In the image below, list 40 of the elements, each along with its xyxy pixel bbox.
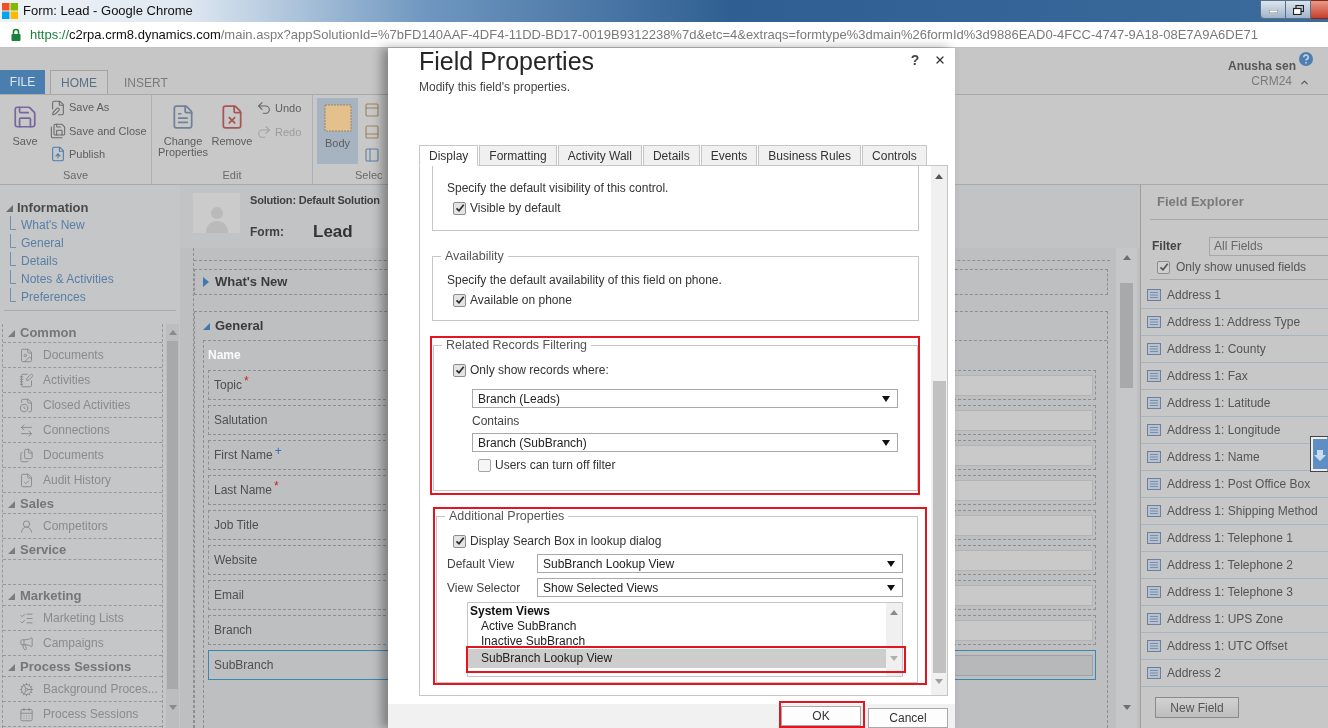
requirement-mark: *	[274, 481, 279, 491]
field-label: Job Title	[214, 517, 259, 534]
solution-name: Solution: Default Solution	[250, 193, 380, 207]
checkbox-label: Visible by default	[470, 201, 561, 215]
requirement-mark: *	[244, 376, 249, 386]
checkbox-label: Users can turn off filter	[495, 458, 616, 472]
section-legend: Related Records Filtering	[442, 338, 592, 352]
field-label: Salutation	[214, 412, 268, 429]
section-legend: Additional Properties	[445, 509, 569, 523]
field-caption: Contains	[472, 414, 520, 428]
description-text: Specify the default visibility of this control.	[447, 181, 670, 195]
requirement-mark: +	[274, 446, 282, 456]
checkbox-label: Display Search Box in lookup dialog	[470, 534, 662, 548]
field-label: First Name	[214, 447, 273, 464]
organization-name: CRM24	[1251, 73, 1292, 88]
panel-title: Field Explorer	[1157, 193, 1244, 212]
form-name: Lead	[313, 221, 353, 243]
field-label: Website	[214, 552, 258, 569]
field-label: Email	[214, 587, 244, 604]
subsection-title: Name	[208, 347, 241, 364]
dialog-title: Field Properties	[419, 46, 595, 76]
checkbox-label: Available on phone	[470, 293, 572, 307]
checkbox-label: Only show records where:	[470, 363, 609, 377]
description-text: Specify the default availability of this field on phone.	[446, 273, 723, 287]
field-label: Last Name	[214, 482, 273, 499]
list-group-header: System Views	[469, 603, 551, 619]
filter-label: Filter	[1152, 238, 1183, 255]
field-label: SubBranch	[214, 657, 274, 674]
group-label: Selec	[355, 168, 383, 182]
form-label: Form:	[250, 223, 285, 241]
section-legend: Availability	[441, 249, 508, 263]
field-caption: Default View	[447, 555, 516, 573]
group-label: Save	[62, 168, 89, 182]
window-title: Form: Lead - Google Chrome	[23, 2, 193, 21]
field-label: Topic	[214, 377, 242, 394]
field-label: Branch	[214, 622, 253, 639]
group-label: Edit	[222, 168, 242, 182]
dialog-subtitle: Modify this field's properties.	[419, 80, 571, 94]
checkbox-label: Only show unused fields	[1176, 259, 1307, 276]
field-caption: View Selector	[447, 579, 522, 597]
